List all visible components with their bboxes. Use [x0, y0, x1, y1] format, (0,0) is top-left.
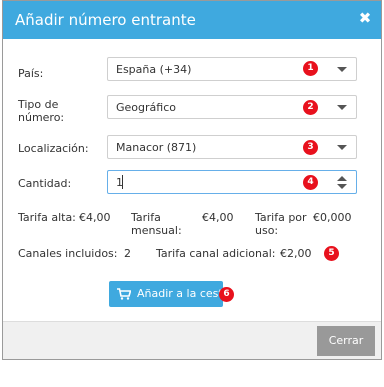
- dialog-title: Añadir número entrante: [15, 11, 196, 29]
- canales-value: 2: [124, 247, 131, 260]
- location-label: Localización:: [18, 142, 89, 155]
- tarifa-uso-label-line1: Tarifa por: [255, 211, 307, 224]
- chevron-down-icon: [337, 145, 347, 150]
- close-button[interactable]: Cerrar: [317, 326, 375, 356]
- add-to-cart-button[interactable]: Añadir a la cesta: [109, 281, 229, 307]
- spin-up-icon[interactable]: [337, 176, 347, 181]
- tarifa-mensual-label-line2: mensual:: [131, 224, 182, 237]
- tarifa-alta-label: Tarifa alta:: [18, 211, 76, 224]
- dialog-header: Añadir número entrante ✖: [3, 1, 381, 39]
- tarifa-uso-label-line2: uso:: [255, 224, 279, 237]
- chevron-down-icon: [337, 67, 347, 72]
- cart-icon: [117, 288, 131, 300]
- number-type-label-line1: Tipo de: [18, 98, 59, 111]
- canal-adicional-label: Tarifa canal adicional:: [156, 247, 276, 260]
- text-cursor: [122, 175, 123, 189]
- add-to-cart-label: Añadir a la cesta: [137, 287, 230, 300]
- tarifa-alta-value: €4,00: [79, 211, 111, 224]
- annotation-badge-2: 2: [303, 100, 318, 115]
- spin-down-icon[interactable]: [337, 184, 347, 189]
- tarifa-mensual-label-line1: Tarifa: [131, 211, 161, 224]
- country-value: España (+34): [116, 63, 192, 76]
- annotation-badge-3: 3: [303, 140, 318, 155]
- quantity-label: Cantidad:: [18, 177, 72, 190]
- add-incoming-number-dialog: Añadir número entrante ✖ País: España (+…: [2, 0, 382, 360]
- tarifa-mensual-value: €4,00: [202, 211, 234, 224]
- annotation-badge-4: 4: [303, 175, 318, 190]
- quantity-stepper[interactable]: 1: [107, 170, 357, 194]
- country-select[interactable]: España (+34): [107, 57, 357, 81]
- annotation-badge-1: 1: [303, 61, 318, 76]
- annotation-badge-5: 5: [324, 246, 339, 261]
- dialog-footer: Cerrar: [3, 321, 381, 359]
- canales-label: Canales incluidos:: [18, 247, 118, 260]
- canal-adicional-value: €2,00: [280, 247, 312, 260]
- number-type-select[interactable]: Geográfico: [107, 95, 357, 119]
- annotation-badge-6: 6: [219, 287, 234, 302]
- location-select[interactable]: Manacor (871): [107, 135, 357, 159]
- number-type-value: Geográfico: [116, 101, 176, 114]
- country-label: País:: [18, 67, 44, 80]
- location-value: Manacor (871): [116, 141, 197, 154]
- chevron-down-icon: [337, 105, 347, 110]
- number-type-label-line2: número:: [18, 111, 65, 124]
- close-icon[interactable]: ✖: [357, 10, 373, 26]
- tarifa-uso-value: €0,000: [313, 211, 352, 224]
